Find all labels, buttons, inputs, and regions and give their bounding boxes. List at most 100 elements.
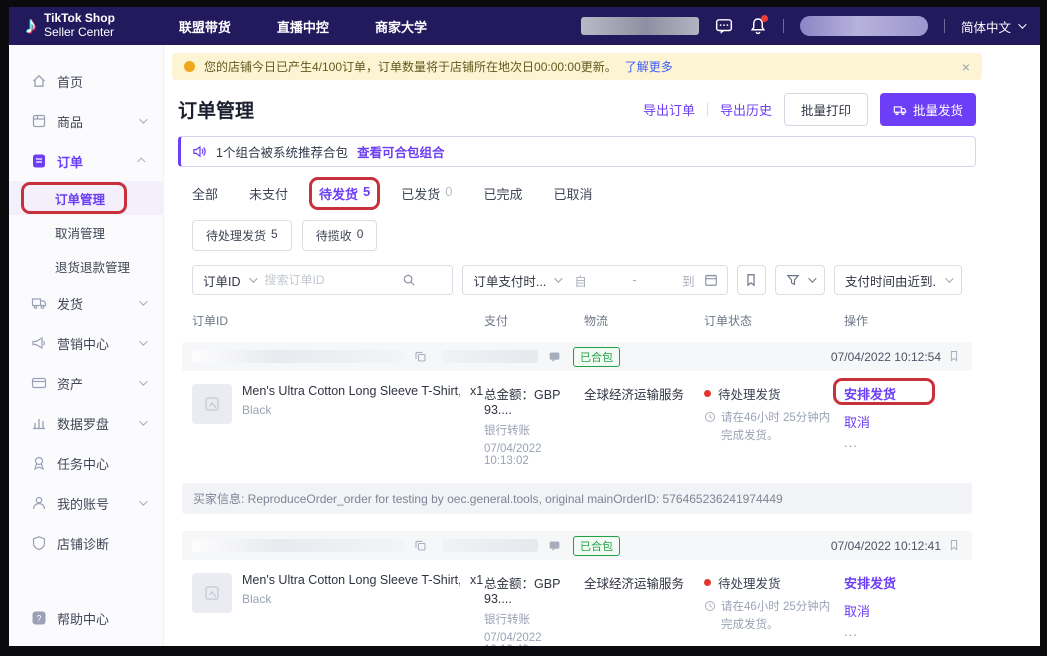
arrange-shipment-button[interactable]: 安排发货: [844, 573, 896, 592]
order-list: 已合包 07/04/2022 10:12:54: [182, 342, 972, 646]
combined-package-badge: 已合包: [573, 347, 620, 367]
order-status-tabs: 全部 未支付 待发货5 已发货0 已完成 已取消: [192, 184, 962, 203]
nav-affiliate[interactable]: 联盟带货: [179, 17, 231, 36]
status-label: 待处理发货: [718, 573, 781, 592]
tiktok-shop-logo[interactable]: ♪ TikTok Shop Seller Center: [25, 12, 115, 40]
sidebar-item-products[interactable]: 商品: [9, 101, 163, 141]
product-qty: x1: [470, 573, 483, 587]
tab-completed[interactable]: 已完成: [484, 184, 523, 203]
more-actions-button[interactable]: ...: [844, 624, 962, 639]
sidebar-item-marketing-center[interactable]: 营销中心: [9, 323, 163, 363]
redacted-order-id: [192, 350, 404, 363]
order-card: 已合包 07/04/2022 10:12:54: [182, 342, 972, 514]
status-dot: [704, 579, 711, 586]
actions-cell: 安排发货 取消 ...: [844, 573, 962, 646]
close-icon[interactable]: ×: [962, 59, 970, 75]
notification-badge-dot: [761, 15, 768, 22]
combined-package-badge: 已合包: [573, 536, 620, 556]
sidebar-label: 退货退款管理: [55, 257, 130, 276]
more-actions-button[interactable]: ...: [844, 435, 962, 450]
help-icon: ?: [31, 610, 47, 626]
tag-icon[interactable]: [948, 539, 962, 553]
sidebar-item-help-center[interactable]: ? 帮助中心: [9, 598, 163, 638]
date-range-group: 订单支付时... 自 - 到: [462, 265, 727, 295]
nav-live-console[interactable]: 直播中控: [277, 17, 329, 36]
order-id-select[interactable]: 订单ID: [193, 271, 265, 290]
export-history-link[interactable]: 导出历史: [720, 100, 772, 119]
learn-more-link[interactable]: 了解更多: [625, 58, 673, 75]
saved-filter-button[interactable]: [737, 265, 766, 295]
sidebar-item-data-compass[interactable]: 数据罗盘: [9, 403, 163, 443]
payment-cell: 总金额：GBP 93.... 银行转账 07/04/2022 10:13:02: [484, 384, 584, 467]
sidebar-item-my-account[interactable]: 我的账号: [9, 483, 163, 523]
sidebar-label: 数据罗盘: [57, 414, 129, 433]
tag-icon[interactable]: [948, 350, 962, 364]
tab-all[interactable]: 全部: [192, 184, 218, 203]
cancel-order-button[interactable]: 取消: [844, 412, 962, 431]
message-buyer-icon[interactable]: [548, 350, 562, 364]
cancel-order-button[interactable]: 取消: [844, 601, 962, 620]
tab-shipped[interactable]: 已发货0: [401, 184, 452, 203]
arrange-shipment-button[interactable]: 安排发货: [844, 384, 896, 403]
chip-to-collect[interactable]: 待揽收0: [302, 220, 378, 251]
order-id-search-group: 订单ID: [192, 265, 453, 295]
sidebar-label: 任务中心: [57, 454, 149, 473]
sidebar-item-order-management[interactable]: 订单管理: [9, 181, 163, 215]
product-title[interactable]: Men's Ultra Cotton Long Sleeve T-Shirt, …: [242, 384, 460, 398]
chevron-down-icon: [139, 115, 147, 123]
search-icon[interactable]: [402, 273, 416, 287]
date-from-placeholder[interactable]: 自: [574, 271, 587, 290]
message-buyer-icon[interactable]: [548, 539, 562, 553]
sidebar-item-return-refund-management[interactable]: 退货退款管理: [9, 249, 163, 283]
search-input[interactable]: [265, 273, 393, 287]
chat-icon[interactable]: [715, 17, 733, 35]
batch-print-button[interactable]: 批量打印: [784, 93, 868, 126]
filter-button[interactable]: [775, 265, 825, 295]
sidebar-label: 店铺诊断: [57, 534, 149, 553]
export-orders-link[interactable]: 导出订单: [643, 100, 695, 119]
tab-to-ship[interactable]: 待发货5: [319, 184, 370, 203]
col-payment: 支付: [484, 312, 584, 329]
sort-select[interactable]: 支付时间由近到...: [834, 265, 962, 295]
batch-ship-button[interactable]: 批量发货: [880, 93, 976, 126]
sidebar-item-home[interactable]: 首页: [9, 61, 163, 101]
calendar-icon[interactable]: [704, 273, 718, 287]
copy-icon[interactable]: [414, 539, 428, 553]
sidebar-item-cancellation-management[interactable]: 取消管理: [9, 215, 163, 249]
sidebar-item-shipping[interactable]: 发货: [9, 283, 163, 323]
main-content: 您的店铺今日已产生4/100订单，订单数量将于店铺所在地次日00:00:00更新…: [164, 45, 1040, 646]
sidebar-item-shop-diagnosis[interactable]: 店铺诊断: [9, 523, 163, 563]
screenshot-stage: ♪ TikTok Shop Seller Center 联盟带货 直播中控 商家…: [0, 0, 1047, 656]
payment-method: 银行转账: [484, 422, 584, 438]
redacted-order-id: [192, 539, 404, 552]
sidebar-label: 首页: [57, 72, 149, 91]
sidebar-label: 商品: [57, 112, 129, 131]
notifications-bell-icon[interactable]: [749, 17, 767, 35]
view-combinable-link[interactable]: 查看可合包组合: [357, 142, 445, 161]
col-logistics: 物流: [584, 312, 704, 329]
top-nav-links: 联盟带货 直播中控 商家大学: [179, 17, 427, 36]
product-title[interactable]: Men's Ultra Cotton Long Sleeve T-Shirt, …: [242, 573, 460, 587]
date-to-placeholder[interactable]: 到: [682, 271, 695, 290]
chevron-down-icon: [249, 274, 257, 282]
status-label: 待处理发货: [718, 384, 781, 403]
sidebar-label: 营销中心: [57, 334, 129, 353]
logistics-cell: 全球经济运输服务: [584, 384, 704, 467]
home-icon: [31, 73, 47, 89]
tab-cancelled[interactable]: 已取消: [554, 184, 593, 203]
language-selector[interactable]: 简体中文: [961, 17, 1024, 36]
col-order-id: 订单ID: [192, 312, 484, 329]
tab-unpaid[interactable]: 未支付: [249, 184, 288, 203]
callout-text: 1个组合被系统推荐合包: [216, 142, 348, 161]
sidebar-item-task-center[interactable]: 任务中心: [9, 443, 163, 483]
nav-academy[interactable]: 商家大学: [375, 17, 427, 36]
sidebar-item-orders[interactable]: 订单: [9, 141, 163, 181]
clock-icon: [704, 600, 716, 612]
chip-pending-shipment[interactable]: 待处理发货5: [192, 220, 292, 251]
copy-icon[interactable]: [414, 350, 428, 364]
svg-text:?: ?: [36, 614, 41, 624]
pay-time-select[interactable]: 订单支付时...: [463, 271, 570, 290]
chevron-up-icon: [137, 157, 145, 165]
sidebar-item-assets[interactable]: 资产: [9, 363, 163, 403]
topbar-divider: [944, 19, 945, 33]
